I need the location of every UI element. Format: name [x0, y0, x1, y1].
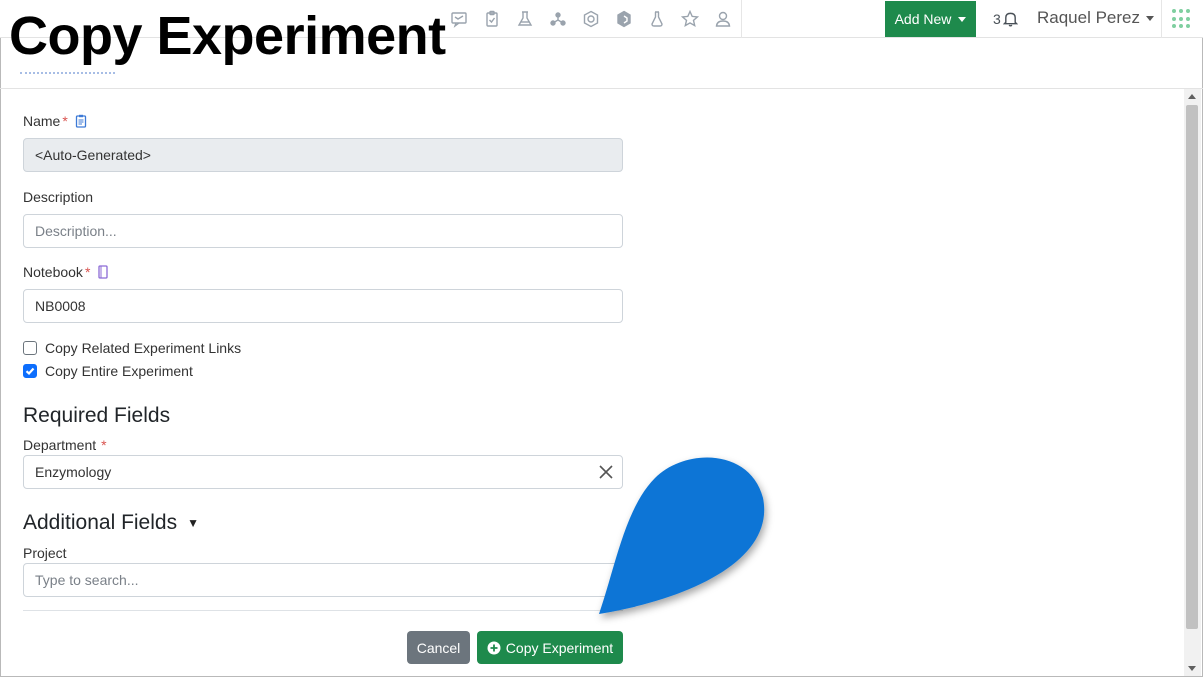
copy-entire-checkbox[interactable]: Copy Entire Experiment [23, 363, 193, 379]
obscured-breadcrumb [20, 68, 115, 74]
scroll-down-icon[interactable] [1188, 666, 1196, 671]
lab-icon[interactable] [508, 0, 541, 38]
notebook-field[interactable]: NB0008 [23, 289, 623, 323]
apps-separator [1161, 0, 1162, 38]
chevron-down-icon [958, 16, 967, 22]
clipboard-icon[interactable] [475, 0, 508, 38]
notebook-label-text: Notebook [23, 264, 83, 280]
required-fields-title: Required Fields [23, 404, 171, 427]
hexagon-icon[interactable] [574, 0, 607, 38]
plus-circle-icon [487, 641, 501, 654]
vertical-scrollbar[interactable] [1184, 89, 1201, 676]
copy-experiment-label: Copy Experiment [505, 639, 614, 656]
form-divider [23, 610, 623, 611]
molecule-icon[interactable] [541, 0, 574, 38]
add-new-button[interactable]: Add New [885, 1, 976, 37]
department-label-text: Department [23, 437, 97, 453]
checkbox-box[interactable] [23, 341, 37, 355]
project-label-text: Project [23, 545, 67, 561]
user-menu[interactable]: Raquel Perez [1037, 8, 1155, 28]
description-label-text: Description [23, 189, 94, 205]
overlay-title: Copy Experiment [9, 6, 446, 66]
apps-grid-icon[interactable] [1172, 9, 1192, 29]
notification-count: 3 [993, 11, 1001, 27]
cancel-button[interactable]: Cancel [407, 631, 470, 664]
department-label: Department * [23, 437, 107, 453]
additional-fields-heading[interactable]: Additional Fields ▼ [23, 511, 199, 535]
chevron-down-icon [1146, 15, 1155, 21]
notifications-button[interactable]: 3 [993, 10, 1018, 28]
bell-icon [1002, 12, 1018, 27]
description-label: Description [23, 189, 93, 205]
name-label-text: Name [23, 113, 61, 129]
additional-fields-title: Additional Fields [23, 511, 178, 534]
triangle-down-icon[interactable]: ▼ [187, 516, 199, 530]
checkbox-box-checked[interactable] [23, 364, 37, 378]
clipboard-icon[interactable] [75, 114, 87, 128]
checkbox-label: Copy Related Experiment Links [45, 340, 242, 356]
scroll-up-icon[interactable] [1188, 94, 1196, 99]
user-name: Raquel Perez [1037, 8, 1141, 27]
chat-icon[interactable] [442, 0, 475, 38]
copy-experiment-button[interactable]: Copy Experiment [477, 631, 623, 664]
department-select[interactable]: Enzymology [23, 455, 623, 489]
required-marker: * [62, 113, 68, 129]
project-label: Project [23, 545, 67, 561]
name-field: <Auto-Generated> [23, 138, 623, 172]
project-search-field[interactable]: Type to search... [23, 563, 623, 597]
user-icon[interactable] [706, 0, 739, 38]
description-field[interactable]: Description... [23, 214, 623, 248]
checkbox-label: Copy Entire Experiment [45, 363, 193, 379]
check-icon [25, 367, 35, 376]
scroll-thumb[interactable] [1186, 105, 1198, 629]
notebook-icon[interactable] [97, 265, 109, 279]
nav-separator [741, 0, 742, 38]
required-marker: * [101, 437, 107, 453]
department-value: Enzymology [35, 464, 112, 480]
droplet-icon[interactable] [607, 0, 640, 38]
flask-icon[interactable] [640, 0, 673, 38]
star-icon[interactable] [673, 0, 706, 38]
copy-links-checkbox[interactable]: Copy Related Experiment Links [23, 340, 241, 356]
required-fields-heading: Required Fields [23, 404, 170, 428]
nav-icon-bar [442, 0, 739, 38]
header-divider [0, 88, 1203, 89]
notebook-label: Notebook * [23, 264, 109, 280]
tutorial-pointer [599, 457, 765, 614]
required-marker: * [84, 264, 91, 280]
add-new-label: Add New [894, 11, 952, 27]
name-label: Name * [23, 113, 87, 129]
